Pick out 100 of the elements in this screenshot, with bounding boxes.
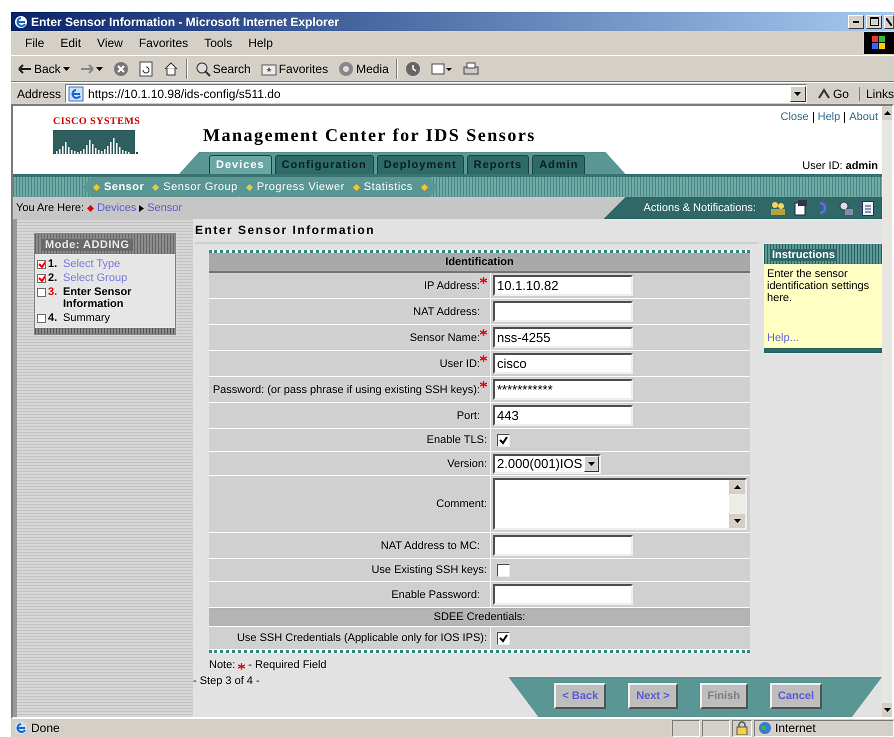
step-number: 1. <box>48 258 58 270</box>
logo-text: CISCO SYSTEMS <box>53 116 140 127</box>
menu-item[interactable]: File <box>17 36 52 50</box>
section-heading: SDEE Credentials: <box>209 608 750 627</box>
lock-icon <box>736 721 748 735</box>
minimize-button[interactable] <box>848 14 864 28</box>
field-label: User ID: <box>440 358 480 370</box>
wizard-step: Summary <box>63 312 173 324</box>
wizard-button[interactable]: Next > <box>628 683 678 709</box>
text-field[interactable] <box>493 535 633 556</box>
header-link[interactable]: Close <box>780 111 809 123</box>
page-heading: Enter Sensor Information <box>195 223 759 244</box>
scrollbar[interactable] <box>882 106 892 717</box>
media-button[interactable]: Media <box>335 60 392 76</box>
maximize-button[interactable] <box>866 14 882 28</box>
globe-icon <box>758 721 772 735</box>
text-field[interactable] <box>493 584 633 605</box>
subnav-link[interactable]: Progress Viewer <box>256 181 345 193</box>
text-field[interactable]: *********** <box>493 379 633 400</box>
refresh-icon <box>138 60 153 76</box>
text-field[interactable]: nss-4255 <box>493 327 633 348</box>
bullet-icon <box>352 184 360 190</box>
checkbox[interactable] <box>497 434 510 446</box>
text-field[interactable] <box>493 301 633 322</box>
caret-icon[interactable] <box>884 708 890 712</box>
caret-icon[interactable] <box>588 462 596 466</box>
header-link[interactable]: About <box>849 111 878 123</box>
favorites-button[interactable]: Favorites <box>258 62 332 76</box>
page-icon[interactable] <box>862 200 874 216</box>
menu-item[interactable]: View <box>89 36 131 50</box>
breadcrumb-label: You Are Here: <box>16 202 84 214</box>
step-number: 2. <box>48 272 58 284</box>
back-button[interactable]: Back <box>15 62 73 76</box>
note-label: Note: <box>209 659 236 671</box>
up-arrow-icon[interactable] <box>884 111 890 115</box>
menu-item[interactable]: Tools <box>196 36 240 50</box>
links-button[interactable]: Links <box>858 86 894 100</box>
field-label: Port: <box>456 410 480 422</box>
wizard-step[interactable]: Select Group <box>63 272 173 284</box>
up-arrow-icon[interactable] <box>734 485 740 489</box>
help-link[interactable]: Help... <box>764 332 882 348</box>
comment-textarea[interactable] <box>493 478 747 530</box>
wizard-mode: Mode: ADDING <box>41 239 134 251</box>
wizard-button[interactable]: Cancel <box>770 683 822 709</box>
form-title: Identification <box>209 253 750 273</box>
status-text: Done <box>31 721 60 735</box>
field-label: Password: (or pass phrase if using existing SSH keys): <box>212 384 480 396</box>
subnav-link[interactable]: Statistics <box>364 181 413 193</box>
text-field[interactable]: 443 <box>493 405 633 426</box>
page-icon <box>68 86 84 102</box>
bullet-icon <box>152 184 160 190</box>
bullet-icon <box>246 184 253 190</box>
menu-item[interactable]: Favorites <box>130 36 196 50</box>
search-button[interactable]: Search <box>192 60 254 76</box>
user-name: admin <box>846 160 878 172</box>
checkbox[interactable] <box>497 564 510 576</box>
wizard-step[interactable]: Select Type <box>63 258 173 270</box>
stop-icon <box>112 60 129 76</box>
field-label: NAT Address: <box>413 306 480 318</box>
caret-icon[interactable] <box>62 66 70 70</box>
minimize-icon <box>853 20 859 22</box>
forward-arrow-icon <box>80 62 94 74</box>
step-number: 3. <box>48 286 58 298</box>
required-icon <box>238 663 246 670</box>
address-field[interactable]: https://10.1.10.98/ids-config/s511.do <box>65 84 807 103</box>
close-button[interactable] <box>884 14 894 28</box>
version-dropdown[interactable]: 2.000(001)IOS <box>493 454 602 474</box>
step-indicator: - Step 3 of 4 - <box>193 674 260 687</box>
field-label: Enable Password: <box>391 588 480 600</box>
breadcrumb-link[interactable]: Devices <box>97 202 136 214</box>
field-label: Sensor Name: <box>410 332 480 344</box>
windows-logo-icon <box>864 32 894 54</box>
subnav-link[interactable]: Sensor <box>104 181 144 193</box>
app-title: Management Center for IDS Sensors <box>202 125 537 146</box>
people-icon[interactable] <box>770 200 786 216</box>
instructions-text: Enter the sensor identification settings here. <box>766 267 870 306</box>
instructions-title: Instructions <box>770 249 837 261</box>
breadcrumb-link[interactable]: Sensor <box>147 202 182 214</box>
address-label: Address <box>17 86 62 100</box>
actions-label: Actions & Notifications: <box>644 202 756 214</box>
field-label: Use SSH Credentials (Applicable only for IOS IPS): <box>209 627 490 649</box>
header-link[interactable]: Help <box>818 111 840 123</box>
home-icon <box>162 60 179 76</box>
subnav-link[interactable]: Sensor Group <box>163 181 238 193</box>
menu-item[interactable]: Edit <box>52 36 90 50</box>
field-label: Enable TLS: <box>209 429 490 451</box>
menu-item[interactable]: Help <box>240 36 281 50</box>
text-field[interactable]: cisco <box>493 353 633 374</box>
field-label: Use Existing SSH keys: <box>209 559 490 581</box>
bullet-icon <box>87 204 94 212</box>
field-label: Comment: <box>209 476 490 532</box>
caret-icon[interactable] <box>734 519 740 523</box>
checkbox[interactable] <box>497 632 510 644</box>
document-icon[interactable] <box>794 200 808 216</box>
text-field[interactable]: 10.1.10.82 <box>493 275 633 296</box>
go-button[interactable]: Go <box>810 86 855 100</box>
back-arrow-icon <box>18 62 32 74</box>
caret-icon[interactable] <box>96 66 103 70</box>
caret-icon[interactable] <box>794 92 802 96</box>
wizard-button[interactable]: < Back <box>554 683 606 709</box>
